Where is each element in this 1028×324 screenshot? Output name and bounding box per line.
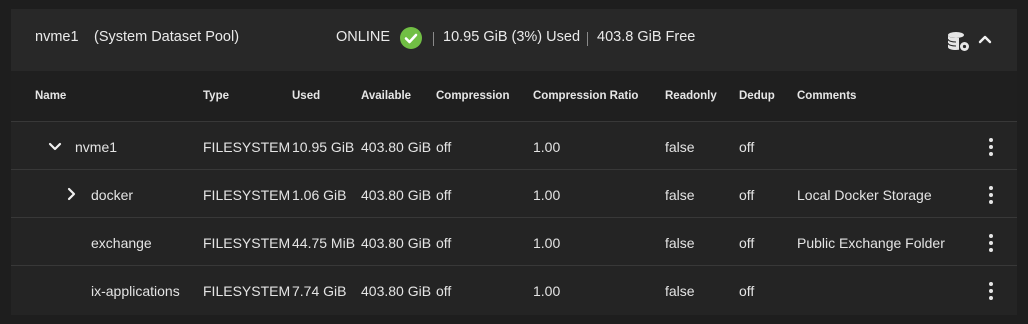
dataset-comments: Public Exchange Folder xyxy=(797,235,945,251)
dataset-dedup: off xyxy=(739,235,755,251)
dataset-readonly: false xyxy=(665,235,695,251)
column-header-name[interactable]: Name xyxy=(35,90,66,102)
dataset-compression: off xyxy=(436,187,452,203)
dataset-used: 44.75 MiB xyxy=(292,235,356,251)
pool-role: (System Dataset Pool) xyxy=(94,29,240,45)
dataset-compression-ratio: 1.00 xyxy=(533,139,561,155)
dataset-name: exchange xyxy=(91,235,152,251)
chevron-right-icon[interactable] xyxy=(63,186,79,202)
column-header-available[interactable]: Available xyxy=(361,90,411,102)
column-header-compression[interactable]: Compression xyxy=(436,90,510,102)
dataset-name: docker xyxy=(91,187,134,203)
dataset-available: 403.80 GiB xyxy=(361,235,432,251)
separator xyxy=(433,32,434,46)
pool-card: nvme1 (System Dataset Pool) ONLINE 10.95… xyxy=(11,9,1017,315)
dataset-readonly: false xyxy=(665,187,695,203)
pool-free: 403.8 GiB Free xyxy=(597,29,696,45)
more-vert-icon[interactable] xyxy=(985,233,997,253)
pool-used: 10.95 GiB (3%) Used xyxy=(443,29,581,45)
column-header-dedup[interactable]: Dedup xyxy=(739,90,775,102)
dataset-used: 7.74 GiB xyxy=(292,283,347,299)
more-vert-icon[interactable] xyxy=(985,281,997,301)
pool-status: ONLINE xyxy=(336,29,390,45)
dataset-compression-ratio: 1.00 xyxy=(533,283,561,299)
column-header-used[interactable]: Used xyxy=(292,90,320,102)
dataset-compression: off xyxy=(436,139,452,155)
check-circle-icon xyxy=(400,27,422,49)
dataset-compression-ratio: 1.00 xyxy=(533,235,561,251)
dataset-available: 403.80 GiB xyxy=(361,139,432,155)
dataset-dedup: off xyxy=(739,139,755,155)
dataset-type: FILESYSTEM xyxy=(203,235,291,251)
pool-name: nvme1 xyxy=(35,29,79,45)
more-vert-icon[interactable] xyxy=(985,185,997,205)
dataset-type: FILESYSTEM xyxy=(203,283,291,299)
dataset-used: 1.06 GiB xyxy=(292,187,347,203)
more-vert-icon[interactable] xyxy=(985,137,997,157)
dataset-comments: Local Docker Storage xyxy=(797,187,932,203)
dataset-used: 10.95 GiB xyxy=(292,139,355,155)
dataset-dedup: off xyxy=(739,187,755,203)
dataset-readonly: false xyxy=(665,139,695,155)
table-row[interactable]: ix-applications FILESYSTEM 7.74 GiB 403.… xyxy=(11,265,1017,313)
column-header-compression-ratio[interactable]: Compression Ratio xyxy=(533,90,638,102)
table-header: Name Type Used Available Compression Com… xyxy=(11,71,1017,121)
separator xyxy=(587,32,588,46)
table-row[interactable]: exchange FILESYSTEM 44.75 MiB 403.80 GiB… xyxy=(11,217,1017,265)
column-header-comments[interactable]: Comments xyxy=(797,90,856,102)
chevron-up-icon[interactable] xyxy=(978,31,992,49)
dataset-type: FILESYSTEM xyxy=(203,187,291,203)
dataset-available: 403.80 GiB xyxy=(361,187,432,203)
table-row[interactable]: docker FILESYSTEM 1.06 GiB 403.80 GiB of… xyxy=(11,169,1017,217)
dataset-compression-ratio: 1.00 xyxy=(533,187,561,203)
dataset-compression: off xyxy=(436,283,452,299)
pool-header[interactable]: nvme1 (System Dataset Pool) ONLINE 10.95… xyxy=(11,9,1017,71)
dataset-readonly: false xyxy=(665,283,695,299)
dataset-name: nvme1 xyxy=(75,139,118,155)
column-header-readonly[interactable]: Readonly xyxy=(665,90,717,102)
chevron-down-icon[interactable] xyxy=(47,138,63,154)
dataset-available: 403.80 GiB xyxy=(361,283,432,299)
dataset-compression: off xyxy=(436,235,452,251)
dataset-type: FILESYSTEM xyxy=(203,139,291,155)
dataset-dedup: off xyxy=(739,283,755,299)
column-header-type[interactable]: Type xyxy=(203,90,229,102)
table-row[interactable]: nvme1 FILESYSTEM 10.95 GiB 403.80 GiB of… xyxy=(11,121,1017,169)
dataset-name: ix-applications xyxy=(91,283,180,299)
dataset-settings-icon[interactable] xyxy=(947,31,971,58)
